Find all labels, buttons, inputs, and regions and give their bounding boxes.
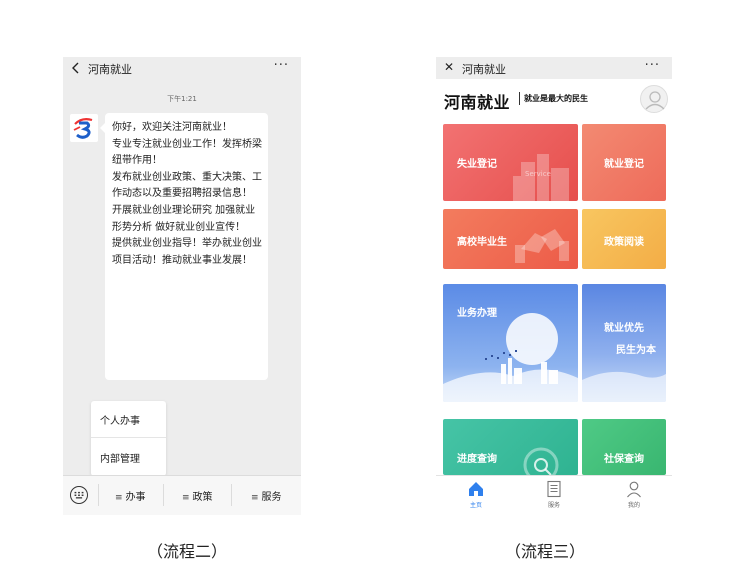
divider: [231, 484, 232, 506]
document-icon: [547, 480, 561, 498]
tile-label: 就业优先: [604, 323, 644, 334]
mini-app-titlebar: ✕ 河南就业 ···: [436, 57, 672, 79]
more-options-icon[interactable]: ···: [274, 58, 289, 73]
keyboard-icon[interactable]: [70, 486, 88, 504]
tile-college-graduates[interactable]: 高校毕业生: [443, 209, 578, 269]
tile-label: 高校毕业生: [457, 237, 507, 248]
tile-unemployment-registration[interactable]: Service 失业登记: [443, 124, 578, 201]
menu-tab-label: 服务: [261, 492, 282, 503]
close-icon[interactable]: ✕: [444, 60, 454, 74]
tile-business-handling[interactable]: 业务办理: [443, 284, 578, 402]
message-timestamp: 下午1:21: [167, 95, 197, 103]
nav-mine[interactable]: 我的: [614, 480, 654, 509]
brand-header: 河南就业 就业是最大的民生: [436, 79, 672, 119]
tile-label: 进度查询: [457, 454, 497, 465]
tile-label: 社保查询: [604, 454, 644, 465]
menu-tab-service[interactable]: ≡ 服务: [251, 488, 282, 503]
tile-label: 业务办理: [457, 308, 497, 319]
figure-canvas: 河南就业 ··· 下午1:21 你好，欢迎关注河南就业！ 专业专注就业创业工作！…: [0, 0, 732, 578]
menu-tab-label: 办事: [125, 492, 146, 503]
message-line: 开展就业创业理论研究 加强就业形势分析 做好就业创业宣传！: [112, 204, 256, 233]
brand-logo-text: 河南就业: [444, 93, 511, 112]
divider: [163, 484, 164, 506]
hamburger-icon: ≡: [182, 493, 190, 503]
tile-label: 失业登记: [457, 159, 497, 170]
menu-item-personal-affairs[interactable]: 个人办事: [91, 401, 166, 438]
tile-social-security-query[interactable]: 社保查询: [582, 419, 666, 475]
menu-tab-affairs[interactable]: ≡ 办事: [115, 488, 146, 503]
mini-app-title: 河南就业: [462, 63, 506, 76]
nav-label: 我的: [627, 502, 640, 509]
city-skyline-illustration-icon: [443, 313, 578, 402]
official-account-avatar[interactable]: [70, 114, 98, 142]
chat-titlebar: 河南就业 ···: [63, 57, 301, 79]
chat-title: 河南就业: [88, 63, 132, 76]
nav-label: 服务: [547, 502, 560, 509]
submenu-popup: 个人办事 内部管理: [91, 401, 166, 476]
home-icon: [469, 482, 483, 496]
divider: [98, 484, 99, 506]
caption-process-two: （流程二）: [147, 542, 228, 561]
nav-home[interactable]: 主页: [456, 480, 496, 509]
wechat-chat-screen: 河南就业 ··· 下午1:21 你好，欢迎关注河南就业！ 专业专注就业创业工作！…: [63, 57, 301, 515]
user-icon: [627, 481, 641, 498]
bottom-navigation: 主页 服务 我的: [436, 475, 672, 516]
nav-service[interactable]: 服务: [534, 480, 574, 509]
caption-process-three: （流程三）: [505, 542, 586, 561]
tile-progress-query[interactable]: 进度查询: [443, 419, 578, 475]
chat-menu-bar: ≡ 办事 ≡ 政策 ≡ 服务: [63, 475, 301, 515]
welcome-message-bubble: 你好，欢迎关注河南就业！ 专业专注就业创业工作！发挥桥梁纽带作用！ 发布就业创业…: [100, 113, 268, 380]
hamburger-icon: ≡: [251, 493, 259, 503]
menu-tab-policy[interactable]: ≡ 政策: [182, 488, 213, 503]
menu-item-internal-management[interactable]: 内部管理: [91, 439, 166, 476]
message-line: 提供就业创业指导！举办就业创业项目活动！推动就业事业发展！: [112, 238, 262, 266]
divider: [519, 92, 520, 105]
back-arrow-icon[interactable]: [71, 62, 81, 74]
message-line: 发布就业创业政策、重大决策、工作动态以及重要招聘招录信息！: [112, 171, 262, 200]
tile-label: 民生为本: [616, 345, 656, 356]
tile-label: 政策阅读: [604, 237, 644, 248]
tile-employment-priority[interactable]: 就业优先 民生为本: [582, 284, 666, 402]
tile-employment-registration[interactable]: 就业登记: [582, 124, 666, 201]
message-line: 你好，欢迎关注河南就业！: [112, 122, 232, 133]
more-options-icon[interactable]: ···: [645, 58, 660, 73]
tile-policy-reading[interactable]: 政策阅读: [582, 209, 666, 269]
mini-app-home-screen: ✕ 河南就业 ··· 河南就业 就业是最大的民生 Service 失业登记 就业…: [436, 57, 672, 516]
message-line: 专业专注就业创业工作！发挥桥梁纽带作用！: [112, 138, 262, 167]
user-avatar-icon[interactable]: [640, 85, 668, 113]
magnifier-illustration-icon: [523, 447, 559, 475]
brand-slogan: 就业是最大的民生: [524, 94, 588, 103]
tile-watermark: Service: [525, 170, 551, 178]
henan-employment-logo-icon: [73, 118, 93, 139]
menu-tab-label: 政策: [192, 492, 213, 503]
hamburger-icon: ≡: [115, 493, 123, 503]
nav-label: 主页: [469, 502, 482, 509]
tile-label: 就业登记: [604, 159, 644, 170]
